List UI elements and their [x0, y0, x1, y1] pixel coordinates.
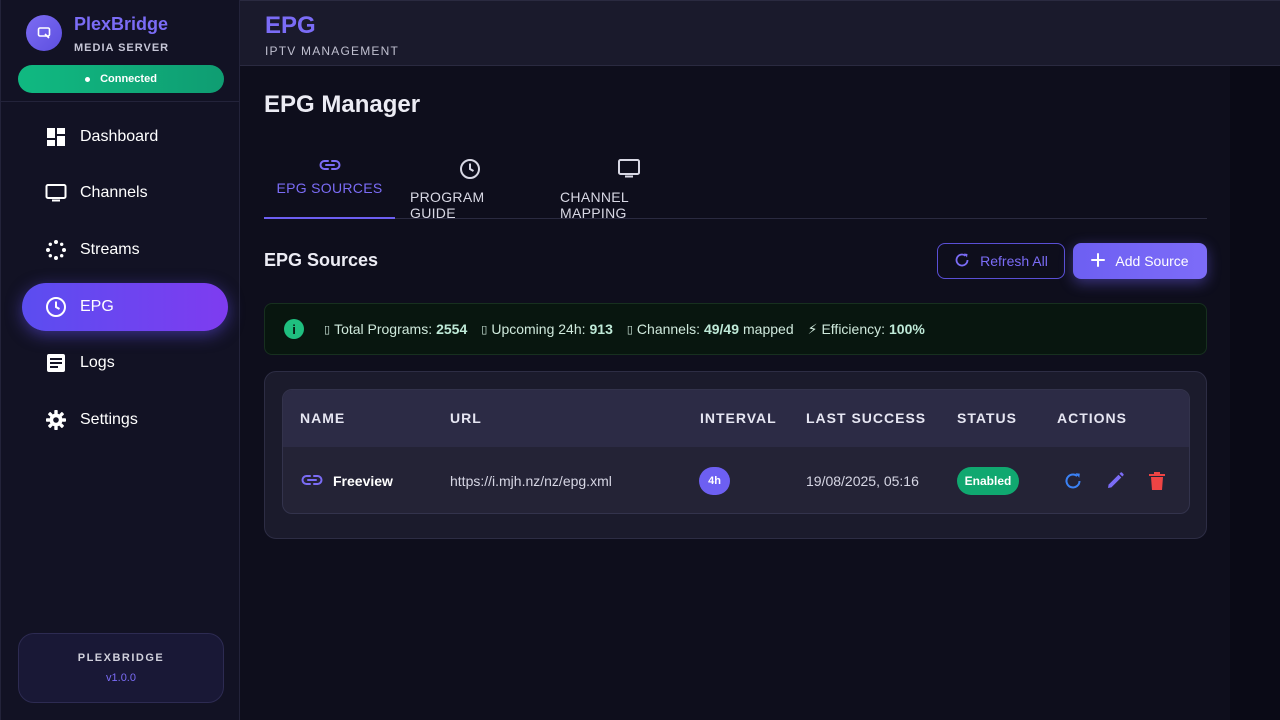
clock-icon [44, 295, 68, 319]
stat-suffix: mapped [743, 321, 794, 337]
status-cell: Enabled [957, 447, 1019, 513]
gear-icon [44, 408, 68, 432]
stat-value: 49/49 [703, 321, 740, 337]
sidebar-item-label: Channels [80, 184, 148, 201]
brand-logo-icon [26, 15, 62, 51]
last-success: 19/08/2025, 05:16 [806, 473, 919, 489]
stat-value: 100% [889, 321, 925, 337]
connection-status-badge: Connected [18, 65, 224, 93]
add-source-button[interactable]: Add Source [1073, 243, 1207, 279]
pencil-icon [1108, 472, 1124, 488]
sidebar-item-label: Streams [80, 241, 140, 258]
add-source-label: Add Source [1115, 253, 1189, 269]
stat-total-programs: ▯ Total Programs: 2554 [324, 321, 467, 337]
tab-epg-sources[interactable]: EPG SOURCES [264, 152, 395, 219]
sidebar-item-label: Settings [80, 411, 138, 428]
section-title: EPG Sources [264, 250, 379, 270]
tab-bar: EPG SOURCES PROGRAM GUIDE CHANNEL MAPPIN… [264, 152, 1207, 221]
column-header-name[interactable]: NAME [300, 410, 345, 426]
source-url: https://i.mjh.nz/nz/epg.xml [450, 473, 612, 489]
epg-sources-card: NAME URL INTERVAL LAST SUCCESS STATUS AC… [264, 371, 1207, 539]
page-title: EPG Manager [264, 91, 421, 118]
programs-glyph-icon: ▯ [324, 323, 331, 336]
source-name-cell: Freeview [301, 447, 393, 513]
table-header: NAME URL INTERVAL LAST SUCCESS STATUS AC… [283, 390, 1189, 447]
column-header-actions: ACTIONS [1057, 410, 1127, 426]
sidebar-item-label: Dashboard [80, 128, 159, 145]
source-name: Freeview [333, 473, 393, 489]
trash-icon [1149, 472, 1165, 490]
document-icon [44, 351, 68, 375]
page-header-title: EPG [265, 12, 316, 39]
clock-icon [459, 158, 481, 183]
refresh-source-button[interactable] [1060, 468, 1086, 494]
actions-cell [1060, 447, 1170, 513]
tab-channel-mapping[interactable]: CHANNEL MAPPING [560, 152, 698, 221]
sidebar: PlexBridge MEDIA SERVER Connected Dashbo… [0, 0, 240, 720]
stat-value: 913 [589, 321, 613, 337]
dashboard-icon [44, 125, 68, 149]
channels-glyph-icon: ▯ [626, 323, 633, 336]
stat-label: Channels: [636, 321, 700, 337]
sidebar-item-streams[interactable]: Streams [22, 226, 228, 274]
refresh-icon [954, 252, 970, 271]
lightning-icon: ⚡ [807, 320, 818, 337]
sidebar-item-epg[interactable]: EPG [22, 283, 228, 331]
column-header-status[interactable]: STATUS [957, 410, 1017, 426]
page-header-subtitle: IPTV MANAGEMENT [265, 44, 400, 58]
edit-source-button[interactable] [1102, 468, 1128, 494]
stat-label: Total Programs: [334, 321, 433, 337]
sidebar-footer: PLEXBRIDGE v1.0.0 [18, 633, 224, 703]
info-icon: i [284, 319, 304, 339]
refresh-all-label: Refresh All [980, 253, 1048, 269]
right-edge-strip [1230, 66, 1280, 720]
stat-label: Efficiency: [821, 321, 885, 337]
sidebar-divider [1, 101, 240, 102]
epg-sources-table: NAME URL INTERVAL LAST SUCCESS STATUS AC… [282, 389, 1190, 514]
connection-status-label: Connected [100, 73, 157, 85]
status-dot-icon [85, 76, 91, 82]
column-header-last-success[interactable]: LAST SUCCESS [806, 410, 926, 426]
sidebar-item-channels[interactable]: Channels [22, 169, 228, 217]
refresh-all-button[interactable]: Refresh All [937, 243, 1065, 279]
link-icon [301, 473, 323, 489]
top-bar: EPG IPTV MANAGEMENT [240, 0, 1280, 66]
delete-source-button[interactable] [1144, 468, 1170, 494]
epg-stats-bar: i ▯ Total Programs: 2554 ▯ Upcoming 24h:… [264, 303, 1207, 355]
spinner-icon [44, 238, 68, 262]
tv-icon [617, 158, 641, 183]
column-header-interval[interactable]: INTERVAL [700, 410, 777, 426]
upcoming-glyph-icon: ▯ [481, 323, 488, 336]
plus-icon [1091, 252, 1106, 270]
stat-efficiency: ⚡ Efficiency: 100% [808, 321, 925, 338]
sidebar-item-label: EPG [80, 298, 114, 315]
sidebar-item-settings[interactable]: Settings [22, 396, 228, 444]
refresh-icon [1065, 473, 1081, 489]
column-header-url[interactable]: URL [450, 410, 482, 426]
brand-name: PlexBridge [74, 14, 169, 34]
link-icon [319, 158, 341, 174]
sidebar-item-dashboard[interactable]: Dashboard [22, 113, 228, 161]
footer-version: v1.0.0 [106, 672, 136, 684]
interval-badge: 4h [699, 467, 730, 495]
status-badge: Enabled [957, 467, 1019, 495]
tab-label: EPG SOURCES [276, 180, 383, 196]
table-row: Freeview https://i.mjh.nz/nz/epg.xml 4h … [283, 447, 1189, 513]
stat-channels: ▯ Channels: 49/49 mapped [627, 321, 794, 337]
tab-label: CHANNEL MAPPING [560, 189, 629, 221]
interval-cell: 4h [699, 447, 730, 513]
stat-value: 2554 [436, 321, 468, 337]
tv-icon [44, 181, 68, 205]
sidebar-item-logs[interactable]: Logs [22, 339, 228, 387]
sidebar-item-label: Logs [80, 354, 115, 371]
brand: PlexBridge MEDIA SERVER [25, 14, 225, 56]
brand-subtitle: MEDIA SERVER [74, 42, 170, 54]
footer-app-name: PLEXBRIDGE [77, 652, 165, 664]
stat-upcoming: ▯ Upcoming 24h: 913 [481, 321, 613, 337]
tab-label: PROGRAM GUIDE [410, 189, 485, 221]
tab-program-guide[interactable]: PROGRAM GUIDE [410, 152, 529, 221]
stat-label: Upcoming 24h: [491, 321, 586, 337]
